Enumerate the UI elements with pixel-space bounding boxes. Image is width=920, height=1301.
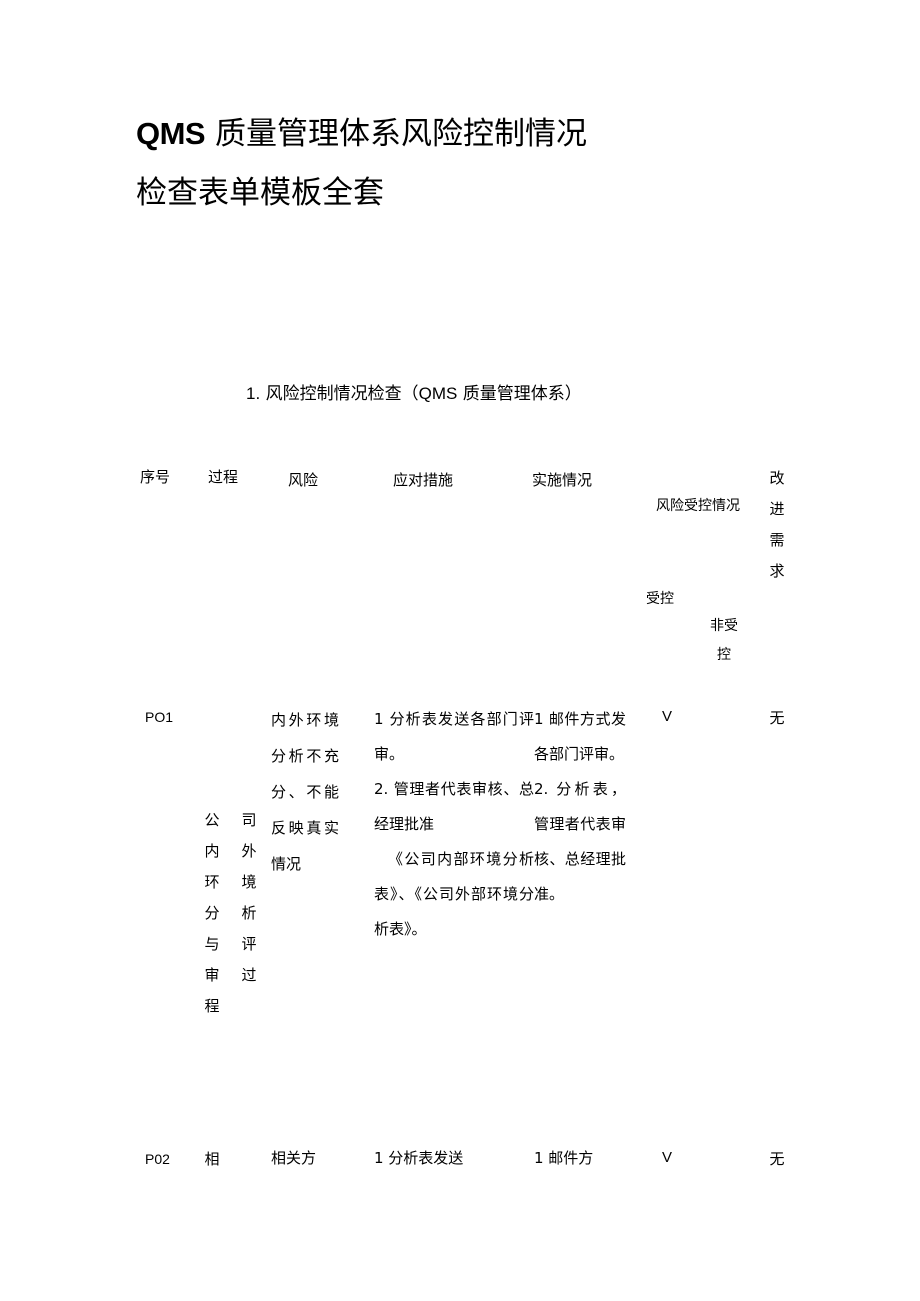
table-row-2-improvement-need: 无 [769, 1150, 785, 1168]
column-header-improvement-need: 改进需求 [769, 469, 785, 580]
table-row-2-controlled-mark: V [661, 1149, 672, 1166]
table-row-1-seq: PO1 [145, 709, 174, 725]
table-row-1-process-col-a: 公内环分与审程 [204, 811, 220, 1015]
column-header-measures: 应对措施 [393, 471, 454, 489]
table-row-1-measures: 1 分析表发送各部门评审。 2. 管理者代表审核、总经理批准 《公司内部环境分析… [374, 702, 534, 947]
table-row-1-process-col-b: 司外境析评过 [241, 811, 257, 984]
risk-control-table: 序号 过程 风险 应对措施 实施情况 风险受控情况 受控 非受控 改进需求 PO… [0, 0, 920, 1301]
column-header-seq: 序号 [140, 468, 171, 486]
column-header-risk-control-status: 风险受控情况 [656, 498, 740, 514]
table-row-1-improvement-need: 无 [769, 709, 785, 727]
table-row-2-implementation: 1 邮件方 [534, 1149, 594, 1167]
table-row-2-measures: 1 分析表发送 [374, 1149, 464, 1167]
column-header-risk: 风险 [288, 471, 319, 489]
table-row-1-implementation-line1: 1 邮件方式发各部门评审。 [534, 710, 626, 763]
column-header-controlled: 受控 [646, 591, 674, 607]
table-row-1-measures-line1: 1 分析表发送各部门评审。 [374, 710, 534, 763]
table-row-1-risk: 内外环境分析不充分、不能反映真实情况 [271, 711, 339, 873]
table-row-1-controlled-mark: V [661, 708, 672, 725]
table-row-2-risk: 相关方 [271, 1149, 317, 1167]
column-header-not-controlled: 非受控 [710, 618, 738, 663]
table-row-1-measures-line2: 2. 管理者代表审核、总经理批准 [374, 780, 534, 833]
document-page: QMS 质量管理体系风险控制情况 检查表单模板全套 1. 风险控制情况检查（QM… [0, 0, 920, 1301]
table-row-2-seq: P02 [145, 1151, 170, 1167]
column-header-implementation: 实施情况 [532, 471, 593, 489]
table-row-1-implementation-line2: 2. 分析表，管理者代表审核、总经理批准。 [534, 780, 626, 903]
table-row-2-process-col-a: 相 [204, 1150, 220, 1168]
column-header-process: 过程 [208, 468, 239, 486]
table-row-1-implementation: 1 邮件方式发各部门评审。 2. 分析表，管理者代表审核、总经理批准。 [534, 702, 626, 912]
table-row-1-measures-line3: 《公司内部环境分析表》、《公司外部环境分析表》。 [374, 850, 534, 938]
